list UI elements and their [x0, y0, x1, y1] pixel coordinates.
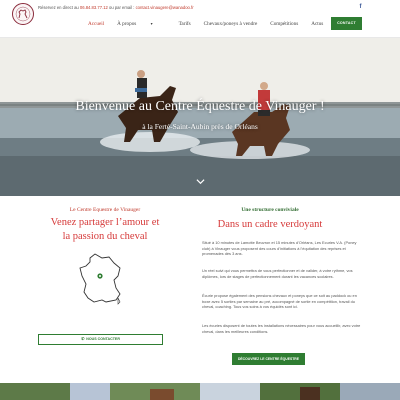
contact-middle: ou par email :	[107, 5, 136, 10]
nav-item-accueil[interactable]: Accueil	[88, 21, 104, 27]
nav-item-a-propos[interactable]: À propos ▾	[117, 21, 165, 27]
intro-heading-line2: la passion du cheval	[62, 230, 148, 242]
phone-icon: ✆	[81, 337, 85, 341]
main-nav: Accueil À propos ▾ Tarifs Chevaux/poneys…	[88, 21, 336, 27]
contact-line: Réservez en direct au 06.84.83.77.12 ou …	[38, 5, 194, 10]
hero-banner: Bienvenue au Centre Équestre de Vinauger…	[0, 38, 400, 196]
about-paragraph: Situé à 10 minutes de Lamotte Beuvron et…	[202, 240, 357, 257]
about-kicker: Une structure conviviale	[241, 207, 299, 213]
intro-heading-line1: Venez partager l’amour et	[50, 217, 160, 228]
map-pin-icon	[97, 273, 103, 279]
horse-logo-icon	[15, 6, 31, 22]
hero-title: Bienvenue au Centre Équestre de Vinauger…	[75, 99, 325, 114]
contact-prefix: Réservez en direct au	[38, 5, 80, 10]
facebook-icon[interactable]: f	[357, 4, 364, 11]
about-paragraph: Écurie propose également des pensions ch…	[202, 293, 357, 310]
chevron-down-icon[interactable]	[196, 177, 205, 186]
intro-heading: Venez partager l’amour et la passion du …	[36, 216, 174, 243]
nous-contacter-button[interactable]: ✆ NOUS CONTACTER	[38, 334, 163, 345]
about-paragraph: Les écuries disposent de toutes les inst…	[202, 323, 361, 334]
gallery-strip	[0, 383, 400, 400]
nav-item-a-propos-label: À propos	[117, 21, 137, 27]
chevron-down-icon: ▾	[150, 21, 153, 26]
email-link[interactable]: contact.vinaugere@wanadoo.fr	[136, 5, 194, 10]
nav-item-chevaux-a-vendre[interactable]: Chevaux/poneys à vendre	[204, 21, 258, 27]
france-map	[79, 253, 121, 305]
phone-link[interactable]: 06.84.83.77.12	[80, 5, 108, 10]
intro-kicker: Le Centre Equestre de Vinauger	[69, 207, 141, 213]
nav-item-tarifs[interactable]: Tarifs	[179, 21, 191, 27]
site-logo[interactable]	[12, 3, 34, 25]
nav-item-competitions[interactable]: Compétitions	[270, 21, 298, 27]
about-paragraph: Un réel suivi qui vous permettra de vous…	[202, 268, 353, 279]
top-bar: Réservez en direct au 06.84.83.77.12 ou …	[0, 0, 400, 38]
contact-button[interactable]: CONTACT	[331, 17, 362, 30]
discover-centre-button[interactable]: DÉCOUVREZ LE CENTRE ÉQUESTRE	[232, 353, 305, 365]
nous-contacter-label: NOUS CONTACTER	[86, 337, 120, 341]
hero-photo	[0, 38, 400, 196]
about-heading: Dans un cadre verdoyant	[217, 219, 323, 230]
nav-item-actus[interactable]: Actus	[311, 21, 323, 27]
hero-subtitle: à la Ferté-Saint-Aubin près de Orléans	[142, 122, 258, 131]
